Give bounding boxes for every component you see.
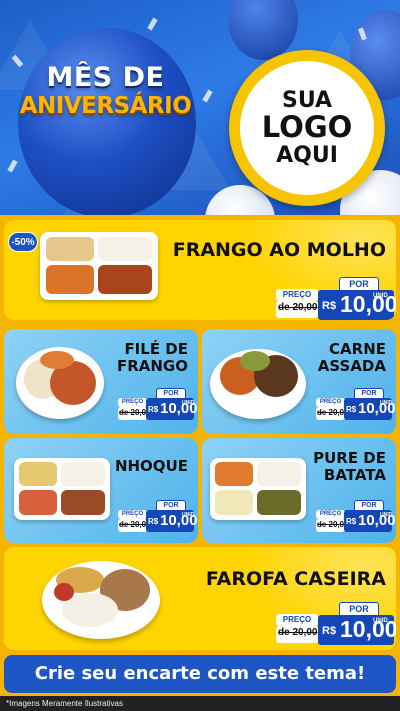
preco-label: PREÇO <box>316 398 345 407</box>
balloon-image <box>18 28 196 215</box>
currency: R$ <box>322 625 337 637</box>
por-label: POR <box>339 602 379 615</box>
por-label: POR <box>339 277 379 290</box>
product-name: FILÉ DE FRANGO <box>116 340 188 375</box>
price-value-box: R$ 10,00 UNID <box>344 510 396 532</box>
header-banner: MÊS DE ANIVERSÁRIO SUA LOGO AQUI <box>0 0 400 215</box>
preco-label: PREÇO <box>276 289 318 301</box>
product-card-carne-assada: CARNE ASSADA POR PREÇO de 20,00 R$ 10,00… <box>202 329 396 434</box>
logo-text-2: LOGO <box>261 110 353 145</box>
currency: R$ <box>148 517 159 526</box>
price-tag: POR PREÇO de 20,00 R$ 10,00 UNID <box>316 388 396 420</box>
unit-label: UNID <box>373 293 388 299</box>
price-tag: POR PREÇO de 20,00 R$ 10,00 UNID <box>276 602 396 646</box>
product-name: CARNE ASSADA <box>317 340 386 375</box>
price-value-box: R$ 10,00 UNID <box>318 290 396 320</box>
currency: R$ <box>322 300 337 312</box>
product-name: PURE DE BATATA <box>313 449 386 484</box>
food-image <box>210 345 308 421</box>
logo-text-3: AQUI <box>276 142 338 168</box>
unit-label: UNID <box>380 400 393 406</box>
por-label: POR <box>354 500 384 510</box>
footer-disclaimer: *Imagens Meramente Ilustrativas <box>0 696 400 711</box>
preco-label: PREÇO <box>118 510 147 519</box>
discount-badge: -50% <box>8 232 38 252</box>
por-label: POR <box>156 388 186 398</box>
cta-banner[interactable]: Crie seu encarte com este tema! <box>4 655 396 693</box>
price-value-box: R$ 10,00 UNID <box>146 510 198 532</box>
product-name: FRANGO AO MOLHO <box>172 239 386 261</box>
confetti <box>7 159 18 173</box>
currency: R$ <box>346 517 357 526</box>
currency: R$ <box>346 405 357 414</box>
por-label: POR <box>354 388 384 398</box>
price-tag: POR PREÇO de 20,00 R$ 10,00 UNID <box>276 277 396 320</box>
product-card-frango-ao-molho: FRANGO AO MOLHO POR PREÇO de 20,00 R$ 10… <box>4 220 396 320</box>
food-image <box>42 557 162 641</box>
price-value-box: R$ 10,00 UNID <box>146 398 198 420</box>
price-tag: POR PREÇO de 20,00 R$ 10,00 UNID <box>118 388 198 420</box>
preco-label: PREÇO <box>276 614 318 626</box>
unit-label: UNID <box>182 512 195 518</box>
food-image <box>210 458 308 528</box>
balloon-image <box>228 0 298 60</box>
price-value-box: R$ 10,00 UNID <box>344 398 396 420</box>
title-line-2: ANIVERSÁRIO <box>19 93 192 119</box>
old-price: de 20,00 <box>278 302 318 313</box>
price-value-box: R$ 10,00 UNID <box>318 615 396 645</box>
unit-label: UNID <box>182 400 195 406</box>
logo-text-1: SUA <box>281 87 333 113</box>
unit-label: UNID <box>380 512 393 518</box>
old-price: de 20,00 <box>278 627 318 638</box>
product-name: NHOQUE <box>114 457 188 475</box>
title-line-1: MÊS DE <box>46 62 165 93</box>
por-label: POR <box>156 500 186 510</box>
unit-label: UNID <box>373 618 388 624</box>
food-image <box>16 343 106 421</box>
product-name: FAROFA CASEIRA <box>205 568 386 590</box>
page-title: MÊS DE ANIVERSÁRIO <box>18 62 193 119</box>
price-tag: POR PREÇO de 20,00 R$ 10,00 UNID <box>118 500 198 532</box>
logo-placeholder: SUA LOGO AQUI <box>229 50 385 206</box>
product-card-file-de-frango: FILÉ DE FRANGO POR PREÇO de 20,00 R$ 10,… <box>4 329 198 434</box>
confetti <box>202 89 213 103</box>
confetti <box>147 17 158 31</box>
preco-label: PREÇO <box>316 510 345 519</box>
product-card-pure-de-batata: PURE DE BATATA POR PREÇO de 20,00 R$ 10,… <box>202 438 396 543</box>
food-image <box>14 458 112 528</box>
price-tag: POR PREÇO de 20,00 R$ 10,00 UNID <box>316 500 396 532</box>
food-image <box>40 232 160 302</box>
product-card-nhoque: NHOQUE POR PREÇO de 20,00 R$ 10,00 UNID <box>4 438 198 543</box>
preco-label: PREÇO <box>118 398 147 407</box>
product-card-farofa-caseira: FAROFA CASEIRA POR PREÇO de 20,00 R$ 10,… <box>4 547 396 650</box>
currency: R$ <box>148 405 159 414</box>
